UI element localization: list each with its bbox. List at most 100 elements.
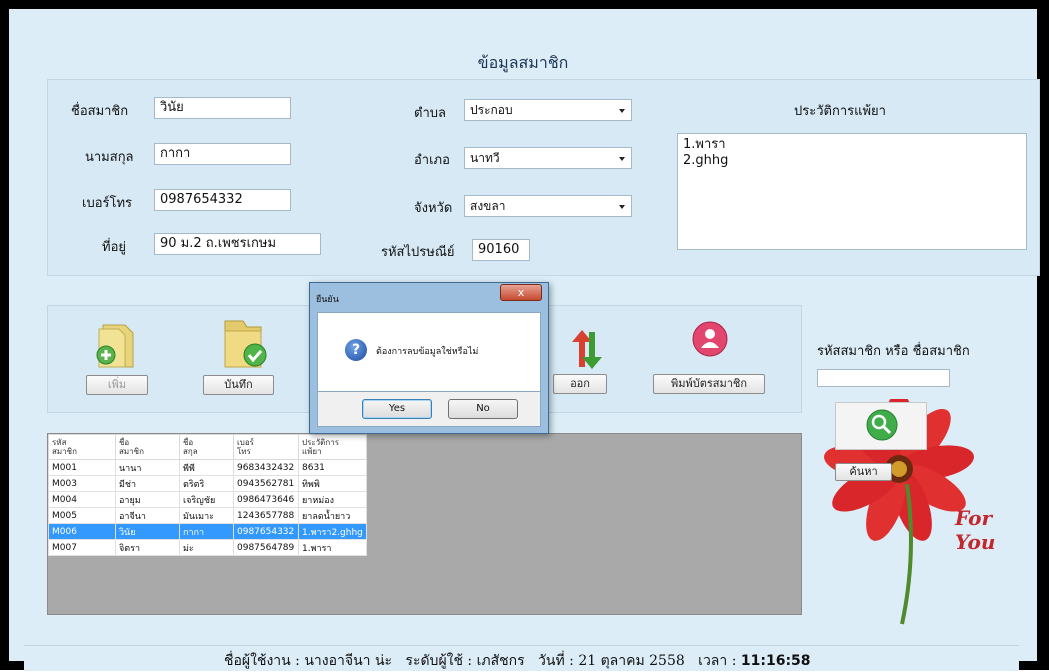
subdistrict-label: ตำบล — [414, 106, 446, 121]
time-label: เวลา : — [698, 653, 737, 669]
no-button[interactable]: No — [448, 399, 518, 419]
cell-last-name: กากา — [179, 523, 234, 540]
district-value: นาทวี — [470, 151, 500, 165]
table-row[interactable]: M003 มีช่า ตริตริ 0943562781 ทิพพิ — [48, 475, 367, 492]
cell-first-name: อายุม — [115, 491, 180, 508]
cell-first-name: วินัย — [115, 523, 180, 540]
question-icon: ? — [345, 339, 367, 361]
cell-phone: 0986473646 — [233, 491, 299, 508]
cell-phone: 0987564789 — [233, 539, 299, 556]
table-header-row: รหัส สมาชิก ชื่อ สมาชิก ชื่อ สกุล เบอร์ … — [48, 434, 367, 460]
cell-member-id: M005 — [48, 507, 116, 524]
dialog-body: ? ต้องการลบข้อมูลใช่หรือไม่ — [317, 312, 541, 392]
up-down-arrows-icon[interactable] — [567, 327, 607, 372]
allergy-history-field[interactable]: 1.พารา 2.ghhg — [677, 133, 1027, 250]
add-icon[interactable] — [91, 315, 141, 370]
district-label: อำเภอ — [414, 153, 450, 168]
cell-member-id: M003 — [48, 475, 116, 492]
subdistrict-value: ประกอบ — [470, 103, 513, 117]
print-card-button[interactable]: พิมพ์บัตรสมาชิก — [653, 374, 765, 394]
search-icon[interactable] — [835, 402, 927, 450]
member-card-icon[interactable] — [692, 321, 728, 357]
add-button[interactable]: เพิ่ม — [86, 375, 148, 395]
province-label: จังหวัด — [414, 201, 453, 216]
cell-first-name: มีช่า — [115, 475, 180, 492]
first-name-label: ชื่อสมาชิก — [71, 104, 129, 119]
table-row[interactable]: M007 จิตรา ม่ะ 0987564789 1.พารา — [48, 539, 367, 556]
cell-first-name: นานา — [115, 459, 180, 476]
cell-last-name: ตริตริ — [179, 475, 234, 492]
cell-last-name: พีพี — [179, 459, 234, 476]
table-row-selected[interactable]: M006 วินัย กากา 0987654332 1.พารา2.ghhg — [48, 523, 367, 540]
cell-member-id: M007 — [48, 539, 116, 556]
close-icon[interactable]: x — [500, 284, 542, 301]
district-select[interactable]: นาทวี — [464, 147, 632, 169]
subdistrict-select[interactable]: ประกอบ — [464, 99, 632, 121]
user-value: นางอาจีนา น่ะ — [304, 653, 393, 669]
province-select[interactable]: สงขลา — [464, 195, 632, 217]
column-header-last-name[interactable]: ชื่อ สกุล — [179, 434, 234, 460]
search-label: รหัสสมาชิก หรือ ชื่อสมาชิก — [817, 344, 970, 359]
level-label: ระดับผู้ใช้ : — [405, 653, 473, 669]
status-text: ชื่อผู้ใช้งาน : นางอาจีนา น่ะ ระดับผู้ใช… — [224, 650, 811, 672]
dialog-message: ต้องการลบข้อมูลใช่หรือไม่ — [376, 347, 479, 357]
phone-field[interactable]: 0987654332 — [154, 189, 291, 211]
save-button[interactable]: บันทึก — [203, 375, 274, 395]
last-name-field[interactable]: กากา — [154, 143, 291, 165]
cell-member-id: M006 — [48, 523, 116, 540]
cell-phone: 1243657788 — [233, 507, 299, 524]
members-table-content: รหัส สมาชิก ชื่อ สมาชิก ชื่อ สกุล เบอร์ … — [48, 434, 367, 556]
form-title: ข้อมูลสมาชิก — [477, 53, 569, 72]
cell-allergy: 8631 — [298, 459, 367, 476]
search-input[interactable] — [817, 369, 950, 387]
phone-label: เบอร์โทร — [82, 196, 133, 211]
cell-member-id: M001 — [48, 459, 116, 476]
first-name-field[interactable]: วินัย — [154, 97, 291, 119]
status-bar: ชื่อผู้ใช้งาน : นางอาจีนา น่ะ ระดับผู้ใช… — [24, 645, 1019, 671]
level-value: เภสัชกร — [476, 653, 525, 669]
cell-member-id: M004 — [48, 491, 116, 508]
postal-code-field[interactable]: 90160 — [472, 239, 530, 261]
chevron-down-icon — [619, 157, 625, 161]
province-value: สงขลา — [470, 199, 506, 213]
address-field[interactable]: 90 ม.2 ถ.เพชรเกษม — [154, 233, 321, 255]
app-window: ข้อมูลสมาชิก ชื่อสมาชิก วินัย นามสกุล กา… — [0, 0, 1049, 671]
table-row[interactable]: M004 อายุม เจริญชัย 0986473646 ยาหม่อง — [48, 491, 367, 508]
cell-allergy: 1.พารา2.ghhg — [298, 523, 367, 540]
column-header-allergy[interactable]: ประวัติการ แพ้ยา — [298, 434, 367, 460]
cell-last-name: ม่ะ — [179, 539, 234, 556]
dialog-footer: Yes No — [317, 392, 541, 427]
cell-first-name: อาจีนา — [115, 507, 180, 524]
date-value: 21 ตุลาคม 2558 — [578, 653, 685, 669]
search-button[interactable]: ค้นหา — [835, 463, 892, 481]
column-header-first-name[interactable]: ชื่อ สมาชิก — [115, 434, 180, 460]
table-row[interactable]: M001 นานา พีพี 9683432432 8631 — [48, 459, 367, 476]
save-icon[interactable] — [217, 315, 272, 370]
address-label: ที่อยู่ — [102, 240, 126, 255]
allergy-history-label: ประวัติการแพ้ยา — [794, 104, 886, 119]
members-table[interactable]: รหัส สมาชิก ชื่อ สมาชิก ชื่อ สกุล เบอร์ … — [47, 433, 802, 615]
chevron-down-icon — [619, 109, 625, 113]
chevron-down-icon — [619, 205, 625, 209]
column-header-phone[interactable]: เบอร์ โทร — [233, 434, 299, 460]
dialog-title: ยืนยัน — [316, 295, 339, 305]
cell-allergy: ยาลดน้ำยาว — [298, 507, 367, 524]
user-label: ชื่อผู้ใช้งาน : — [224, 653, 300, 669]
cell-last-name: เจริญชัย — [179, 491, 234, 508]
promo-text: For You — [955, 506, 996, 554]
exit-button[interactable]: ออก — [553, 374, 607, 394]
time-value: 11:16:58 — [740, 653, 811, 669]
cell-last-name: มันเมาะ — [179, 507, 234, 524]
date-label: วันที่ : — [538, 653, 574, 669]
table-row[interactable]: M005 อาจีนา มันเมาะ 1243657788 ยาลดน้ำยา… — [48, 507, 367, 524]
cell-allergy: ยาหม่อง — [298, 491, 367, 508]
yes-button[interactable]: Yes — [362, 399, 432, 419]
cell-allergy: 1.พารา — [298, 539, 367, 556]
cell-phone: 0943562781 — [233, 475, 299, 492]
column-header-member-id[interactable]: รหัส สมาชิก — [48, 434, 116, 460]
cell-allergy: ทิพพิ — [298, 475, 367, 492]
cell-phone: 0987654332 — [233, 523, 299, 540]
cell-phone: 9683432432 — [233, 459, 299, 476]
postal-code-label: รหัสไปรษณีย์ — [381, 245, 455, 260]
last-name-label: นามสกุล — [85, 150, 134, 165]
